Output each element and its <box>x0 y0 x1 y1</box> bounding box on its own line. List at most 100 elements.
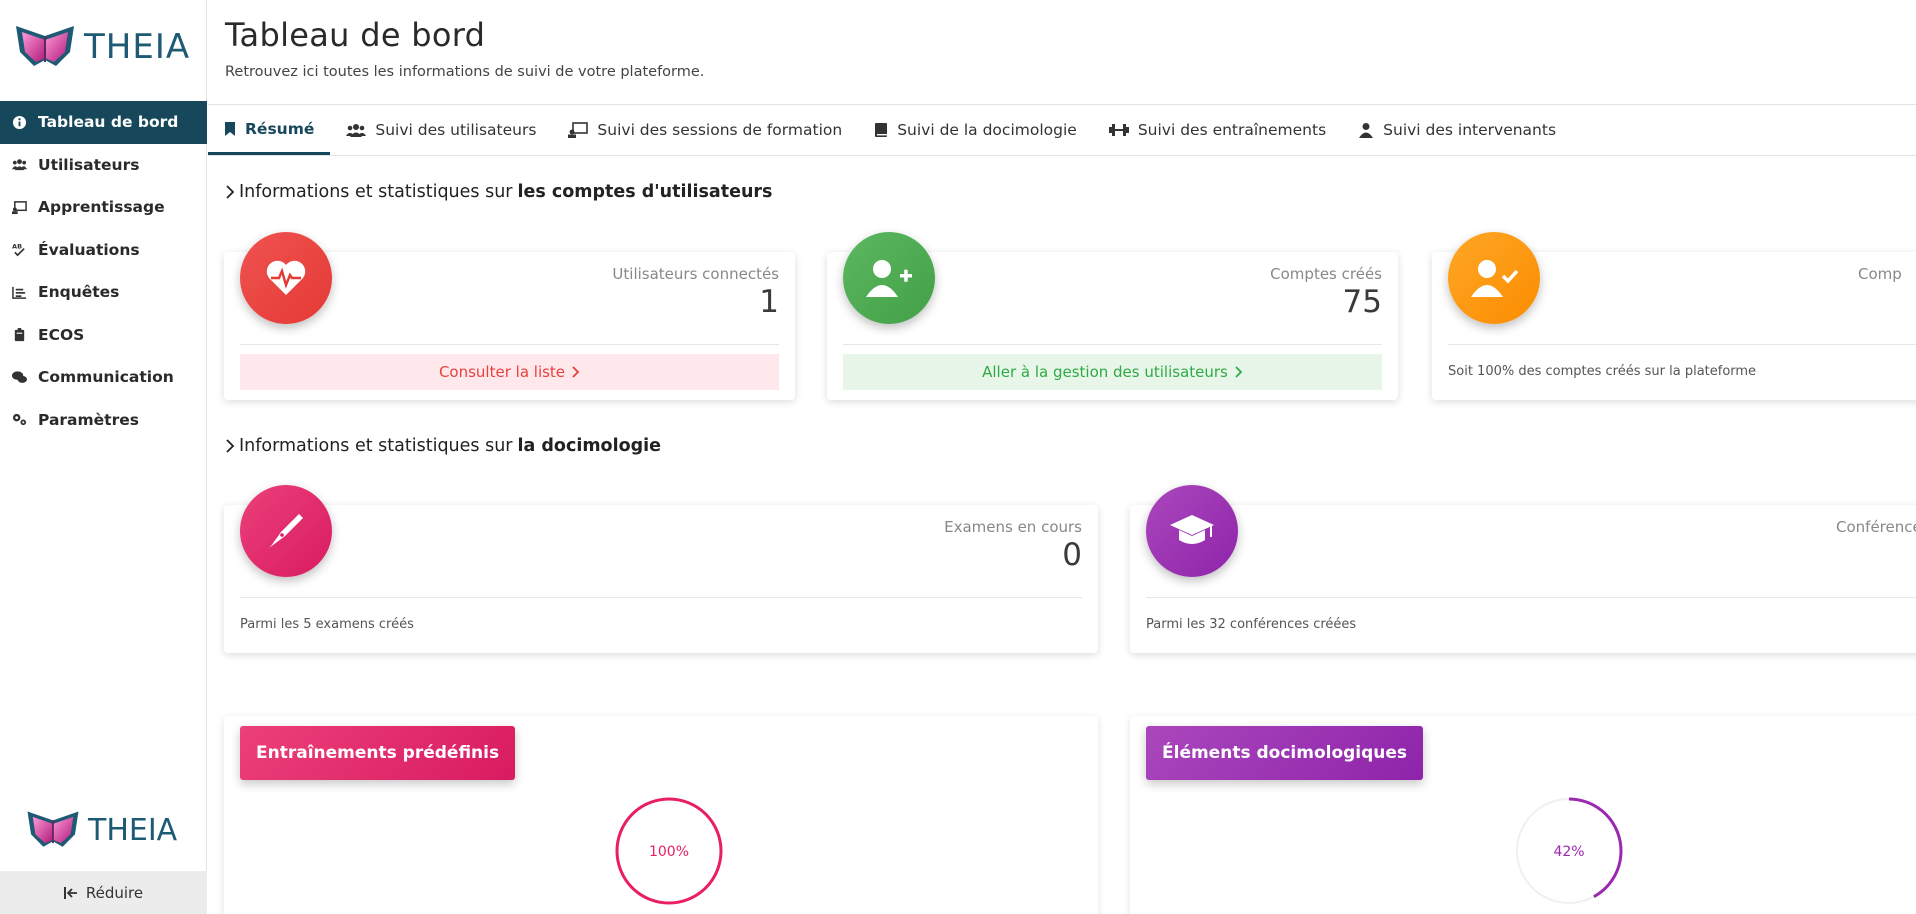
butterfly-logo-icon <box>27 811 79 847</box>
chart-card-trainings: Entraînements prédéfinis 100% <box>224 716 1098 914</box>
sidebar-item-label: Utilisateurs <box>38 155 140 174</box>
chart-card-elements: Éléments docimologiques 42% <box>1130 716 1916 914</box>
sidebar-item-apprentissage[interactable]: Apprentissage <box>0 186 207 229</box>
theia-logo[interactable]: THEIA <box>12 22 190 72</box>
chevron-right-icon <box>1235 366 1243 378</box>
reduce-label: Réduire <box>85 883 144 902</box>
user-icon <box>1359 123 1374 138</box>
card-label: Utilisateurs connectés <box>612 265 779 283</box>
sidebar: THEIA Tableau de bord Utilisateurs Appre… <box>0 0 207 914</box>
tab-label: Suivi des utilisateurs <box>375 121 537 139</box>
cogs-icon <box>11 412 27 428</box>
tab-label: Suivi des sessions de formation <box>597 121 843 139</box>
sidebar-item-label: Communication <box>38 368 174 387</box>
logo-text: THEIA <box>84 27 191 67</box>
section-title-accounts: Informations et statistiques sur les com… <box>225 182 772 202</box>
tab-bar: Résumé Suivi des utilisateurs Suivi des … <box>208 104 1916 156</box>
tab-suivi-sessions[interactable]: Suivi des sessions de formation <box>552 105 858 155</box>
card-label: Conférence <box>1836 518 1916 536</box>
dumbbell-icon <box>1108 124 1129 136</box>
sidebar-item-utilisateurs[interactable]: Utilisateurs <box>0 144 207 187</box>
trainings-progress-ring: 100% <box>615 797 723 905</box>
heartbeat-icon <box>240 232 332 324</box>
tab-label: Suivi des entraînements <box>1137 121 1327 139</box>
progress-label: 100% <box>649 844 689 860</box>
card-ongoing-exams: Examens en cours 0 Parmi les 5 examens c… <box>224 485 1098 653</box>
card-divider <box>240 344 779 345</box>
users-icon <box>346 124 367 137</box>
section-emphasis: les comptes d'utilisateurs <box>517 182 773 202</box>
consult-list-button[interactable]: Consulter la liste <box>240 354 779 390</box>
bookmark-icon <box>225 121 235 136</box>
card-note: Soit 100% des comptes créés sur la plate… <box>1448 364 1757 379</box>
section-prefix: Informations et statistiques sur <box>239 182 513 202</box>
tab-suivi-utilisateurs[interactable]: Suivi des utilisateurs <box>330 105 552 155</box>
card-note: Parmi les 32 conférences créées <box>1146 617 1357 632</box>
logo-text: THEIA <box>88 812 178 848</box>
card-divider <box>1146 597 1916 598</box>
presentation-icon <box>11 199 27 215</box>
tab-label: Suivi des intervenants <box>1383 121 1557 139</box>
card-validated-accounts: Comp Soit 100% des comptes créés sur la … <box>1432 232 1916 400</box>
spellcheck-icon: AB <box>11 242 27 258</box>
pen-nib-icon <box>240 485 332 577</box>
card-value: 1 <box>759 284 779 320</box>
action-label: Consulter la liste <box>438 363 566 381</box>
tab-suivi-entrainements[interactable]: Suivi des entraînements <box>1093 105 1342 155</box>
section-title-docimology: Informations et statistiques sur la doci… <box>225 436 661 456</box>
main-content: Tableau de bord Retrouvez ici toutes les… <box>208 0 1916 914</box>
sidebar-item-label: ECOS <box>38 325 85 344</box>
sidebar-item-communication[interactable]: Communication <box>0 356 207 399</box>
page-subtitle: Retrouvez ici toutes les informations de… <box>225 64 705 80</box>
sidebar-item-evaluations[interactable]: AB Évaluations <box>0 229 207 272</box>
section-prefix: Informations et statistiques sur <box>239 436 513 456</box>
collapse-left-icon <box>63 886 77 899</box>
card-divider <box>843 344 1382 345</box>
sidebar-nav: Tableau de bord Utilisateurs Apprentissa… <box>0 101 207 441</box>
sidebar-item-label: Paramètres <box>38 410 139 429</box>
presentation-icon <box>568 122 589 138</box>
tab-suivi-intervenants[interactable]: Suivi des intervenants <box>1342 105 1572 155</box>
card-note: Parmi les 5 examens créés <box>240 617 414 632</box>
info-icon <box>11 114 27 130</box>
sidebar-item-tableau-de-bord[interactable]: Tableau de bord <box>0 101 207 144</box>
book-icon <box>875 123 888 137</box>
card-divider <box>240 597 1082 598</box>
sidebar-item-parametres[interactable]: Paramètres <box>0 399 207 442</box>
card-label: Comp <box>1858 265 1902 283</box>
user-management-button[interactable]: Aller à la gestion des utilisateurs <box>843 354 1382 390</box>
card-value: 0 <box>1062 537 1082 573</box>
sidebar-item-ecos[interactable]: ECOS <box>0 314 207 357</box>
tab-label: Résumé <box>245 119 315 138</box>
elements-progress-ring: 42% <box>1515 797 1623 905</box>
tab-label: Suivi de la docimologie <box>897 121 1077 139</box>
users-icon <box>11 157 27 173</box>
tab-suivi-docimologie[interactable]: Suivi de la docimologie <box>858 105 1093 155</box>
action-label: Aller à la gestion des utilisateurs <box>982 363 1228 381</box>
chevron-right-icon <box>572 366 580 378</box>
sidebar-item-label: Enquêtes <box>38 283 120 302</box>
sidebar-item-label: Tableau de bord <box>38 113 179 132</box>
card-label: Examens en cours <box>944 518 1082 536</box>
card-value: 75 <box>1342 284 1382 320</box>
progress-label: 42% <box>1553 844 1584 860</box>
user-check-icon <box>1448 232 1540 324</box>
list-chart-icon <box>11 284 27 300</box>
section-emphasis: la docimologie <box>517 436 662 456</box>
card-created-accounts: Comptes créés 75 Aller à la gestion des … <box>827 232 1398 400</box>
card-label: Comptes créés <box>1270 265 1382 283</box>
chart-title: Entraînements prédéfinis <box>240 726 516 780</box>
theia-logo-footer: THEIA <box>24 808 177 852</box>
chevron-right-icon <box>226 185 235 199</box>
sidebar-item-enquetes[interactable]: Enquêtes <box>0 271 207 314</box>
card-divider <box>1448 344 1916 345</box>
tab-resume[interactable]: Résumé <box>208 105 331 155</box>
clipboard-icon <box>11 327 27 343</box>
svg-text:AB: AB <box>12 243 22 251</box>
graduation-cap-icon <box>1146 485 1238 577</box>
card-conferences: Conférence Parmi les 32 conférences créé… <box>1130 485 1916 653</box>
reduce-sidebar-button[interactable]: Réduire <box>0 871 207 914</box>
chart-title: Éléments docimologiques <box>1146 726 1424 780</box>
card-connected-users: Utilisateurs connectés 1 Consulter la li… <box>224 232 795 400</box>
sidebar-item-label: Évaluations <box>38 240 140 259</box>
